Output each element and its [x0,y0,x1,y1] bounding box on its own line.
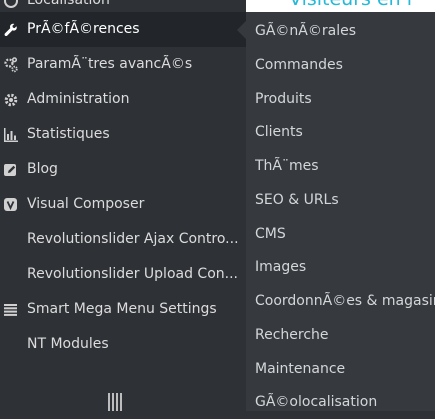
gear-icon [0,82,22,117]
sidebar-item-label: Revolutionslider Ajax Contro... [27,231,239,247]
list-icon [0,292,22,327]
bar-chart-icon [0,117,22,152]
sidebar-item-revolutionslider-upload[interactable]: Revolutionslider Upload Con... [0,257,246,292]
submenu-item-produits[interactable]: Produits [255,82,435,116]
submenu-item-themes[interactable]: ThÃ¨mes [255,149,435,183]
sidebar: Localisation PrÃ©fÃ©rences ParamÃ¨tres a… [0,0,246,411]
sidebar-item-smart-mega-menu[interactable]: Smart Mega Menu Settings [0,292,246,327]
sidebar-item-label: Administration [27,91,130,107]
sidebar-item-label: Blog [27,161,58,177]
sidebar-item-label: PrÃ©fÃ©rences [27,21,140,37]
submenu-item-recherche[interactable]: Recherche [255,318,435,352]
submenu-item-commandes[interactable]: Commandes [255,48,435,82]
submenu-item-generales[interactable]: GÃ©nÃ©rales [255,14,435,48]
sidebar-item-statistiques[interactable]: Statistiques [0,117,246,152]
page-header-strip: Visiteurs en l [246,0,435,12]
vc-icon [0,187,22,222]
submenu-item-seo-urls[interactable]: SEO & URLs [255,183,435,217]
sidebar-item-administration[interactable]: Administration [0,82,246,117]
collapse-handle-icon[interactable] [108,393,124,411]
sidebar-item-label: Revolutionslider Upload Con... [27,266,238,282]
sidebar-item-visual-composer[interactable]: Visual Composer [0,187,246,222]
submenu-item-images[interactable]: Images [255,250,435,284]
sidebar-item-preferences[interactable]: PrÃ©fÃ©rences [0,12,246,47]
wrench-icon [0,12,22,47]
submenu-item-coordonnees[interactable]: CoordonnÃ©es & magasins [255,284,435,318]
sidebar-item-blog[interactable]: Blog [0,152,246,187]
edit-icon [0,152,22,187]
submenu-item-cms[interactable]: CMS [255,217,435,251]
cogs-icon [0,47,22,82]
submenu-item-geolocalisation[interactable]: GÃ©olocalisation [255,385,435,419]
sidebar-item-parametres-avances[interactable]: ParamÃ¨tres avancÃ©s [0,47,246,82]
sidebar-item-revolutionslider-ajax[interactable]: Revolutionslider Ajax Contro... [0,222,246,257]
sidebar-item-label: Visual Composer [27,196,145,212]
sidebar-item-label: Smart Mega Menu Settings [27,301,217,317]
submenu-item-maintenance[interactable]: Maintenance [255,352,435,386]
sidebar-item-nt-modules[interactable]: NT Modules [0,327,246,362]
visitors-heading: Visiteurs en l [246,0,435,12]
submenu-item-clients[interactable]: Clients [255,115,435,149]
sidebar-item-label: ParamÃ¨tres avancÃ©s [27,56,193,72]
sidebar-item-label: Statistiques [27,126,110,142]
sidebar-item-label: NT Modules [27,336,109,352]
